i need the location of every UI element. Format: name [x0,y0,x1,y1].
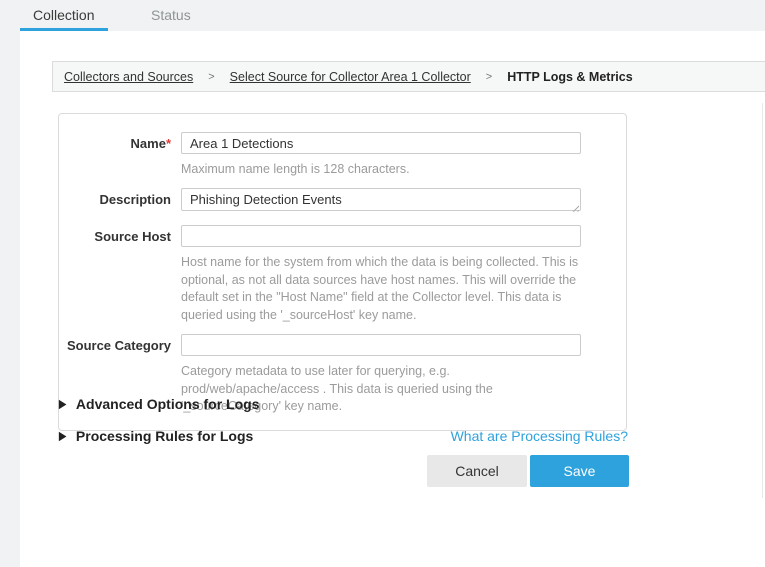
source-host-label: Source Host [59,225,171,325]
save-button[interactable]: Save [530,455,629,487]
advanced-options-label: Advanced Options for Logs [76,396,260,412]
tab-collection[interactable]: Collection [20,0,108,31]
expand-arrow-icon: ▶ [59,429,66,443]
what-are-processing-rules-link[interactable]: What are Processing Rules? [451,428,628,444]
description-field-row: Description Phishing Detection Events [59,188,626,216]
description-textarea[interactable]: Phishing Detection Events [181,188,581,211]
breadcrumb-link-collectors-and-sources[interactable]: Collectors and Sources [64,70,193,84]
panel-right-divider [762,103,763,498]
breadcrumb: Collectors and Sources > Select Source f… [52,61,765,92]
name-hint: Maximum name length is 128 characters. [181,161,581,179]
chevron-right-icon: > [486,71,492,83]
required-asterisk: * [166,136,171,151]
name-label: Name* [59,132,171,179]
name-label-text: Name [131,136,166,151]
source-category-input[interactable] [181,334,581,356]
source-host-field-row: Source Host Host name for the system fro… [59,225,626,325]
name-input[interactable] [181,132,581,154]
left-gutter [0,31,20,567]
name-field-row: Name* Maximum name length is 128 charact… [59,132,626,179]
breadcrumb-link-select-source[interactable]: Select Source for Collector Area 1 Colle… [230,70,471,84]
expand-arrow-icon: ▶ [59,397,66,411]
tab-bar: Collection Status [20,0,226,31]
processing-rules-label: Processing Rules for Logs [76,428,253,444]
source-host-input[interactable] [181,225,581,247]
advanced-options-section-toggle[interactable]: ▶ Advanced Options for Logs [59,396,260,412]
tab-status[interactable]: Status [138,0,226,31]
breadcrumb-current-page: HTTP Logs & Metrics [507,70,632,84]
processing-rules-section-toggle[interactable]: ▶ Processing Rules for Logs [59,428,253,444]
cancel-button[interactable]: Cancel [427,455,527,487]
chevron-right-icon: > [208,71,214,83]
description-label: Description [59,188,171,216]
source-host-hint: Host name for the system from which the … [181,254,581,325]
source-config-form: Name* Maximum name length is 128 charact… [58,113,627,431]
